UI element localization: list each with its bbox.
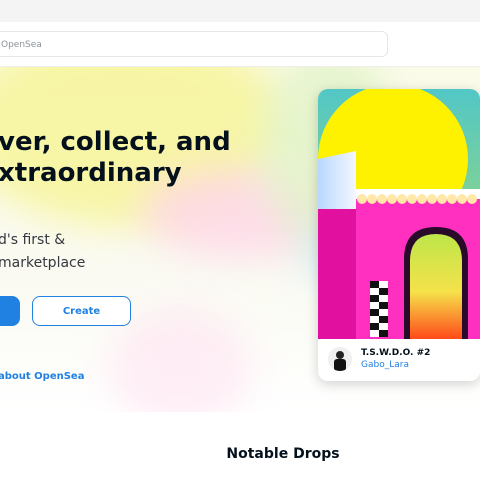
hero-subtitle-line-2: marketplace	[0, 255, 86, 271]
creator-avatar[interactable]	[328, 347, 352, 371]
nft-name[interactable]: T.S.W.D.O. #2	[361, 348, 430, 358]
learn-more-link[interactable]: about OpenSea	[0, 371, 84, 382]
featured-nft-card[interactable]: T.S.W.D.O. #2 Gabo_Lara	[318, 89, 480, 381]
hero-title-line-2: xtraordinary	[0, 158, 182, 188]
hero-subtitle: d's first & marketplace	[0, 229, 85, 275]
hero-title: ver, collect, and xtraordinary	[0, 127, 231, 189]
search-bar[interactable]	[0, 31, 388, 58]
hero-title-line-1: ver, collect, and	[0, 127, 231, 157]
notable-drops-heading: Notable Drops	[226, 446, 340, 462]
featured-nft-artwork[interactable]	[318, 89, 480, 339]
explore-button[interactable]	[0, 296, 20, 326]
search-input[interactable]	[0, 32, 383, 58]
browser-top-strip	[0, 0, 480, 23]
header	[0, 22, 480, 67]
featured-nft-info: T.S.W.D.O. #2 Gabo_Lara	[318, 339, 480, 381]
hero-subtitle-line-1: d's first &	[0, 232, 66, 248]
creator-link[interactable]: Gabo_Lara	[361, 360, 409, 370]
create-button[interactable]: Create	[32, 296, 131, 326]
